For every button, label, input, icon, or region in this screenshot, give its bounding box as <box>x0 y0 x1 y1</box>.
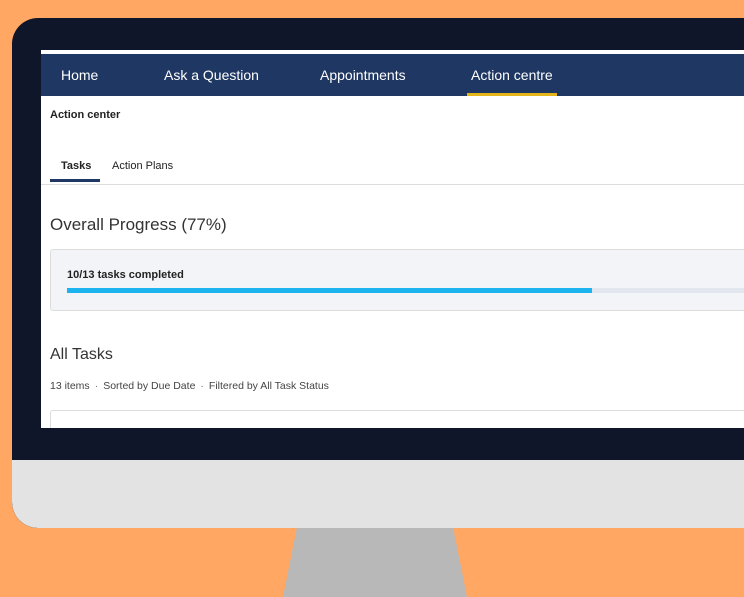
tab-tasks[interactable]: Tasks <box>50 160 101 182</box>
progress-bar <box>67 288 744 293</box>
progress-card: 10/13 tasks completed <box>50 249 744 311</box>
nav-appointments[interactable]: Appointments <box>320 54 406 96</box>
top-navigation: Home Ask a Question Appointments Action … <box>41 54 744 96</box>
app-screen: Home Ask a Question Appointments Action … <box>41 50 744 428</box>
tab-bar: Tasks Action Plans <box>41 150 744 185</box>
all-tasks-title: All Tasks <box>50 346 113 363</box>
nav-action-centre[interactable]: Action centre <box>467 54 557 96</box>
filter-label: Filtered by All Task Status <box>208 380 329 392</box>
monitor-frame: Home Ask a Question Appointments Action … <box>12 18 744 528</box>
task-list <box>50 410 744 428</box>
nav-home[interactable]: Home <box>61 54 98 96</box>
overall-progress-title: Overall Progress (77%) <box>50 215 227 234</box>
progress-bar-fill <box>67 288 592 293</box>
monitor-chin <box>12 460 744 528</box>
tasks-completed-text: 10/13 tasks completed <box>67 269 184 281</box>
item-count: 13 items <box>50 380 90 392</box>
list-meta: 13 items · Sorted by Due Date · Filtered… <box>50 380 329 392</box>
separator-dot: · <box>200 380 204 392</box>
separator-dot: · <box>94 380 99 392</box>
sort-label: Sorted by Due Date <box>103 380 196 392</box>
tab-action-plans[interactable]: Action Plans <box>112 160 173 182</box>
breadcrumb: Action center <box>50 109 121 121</box>
nav-ask-a-question[interactable]: Ask a Question <box>164 54 259 96</box>
